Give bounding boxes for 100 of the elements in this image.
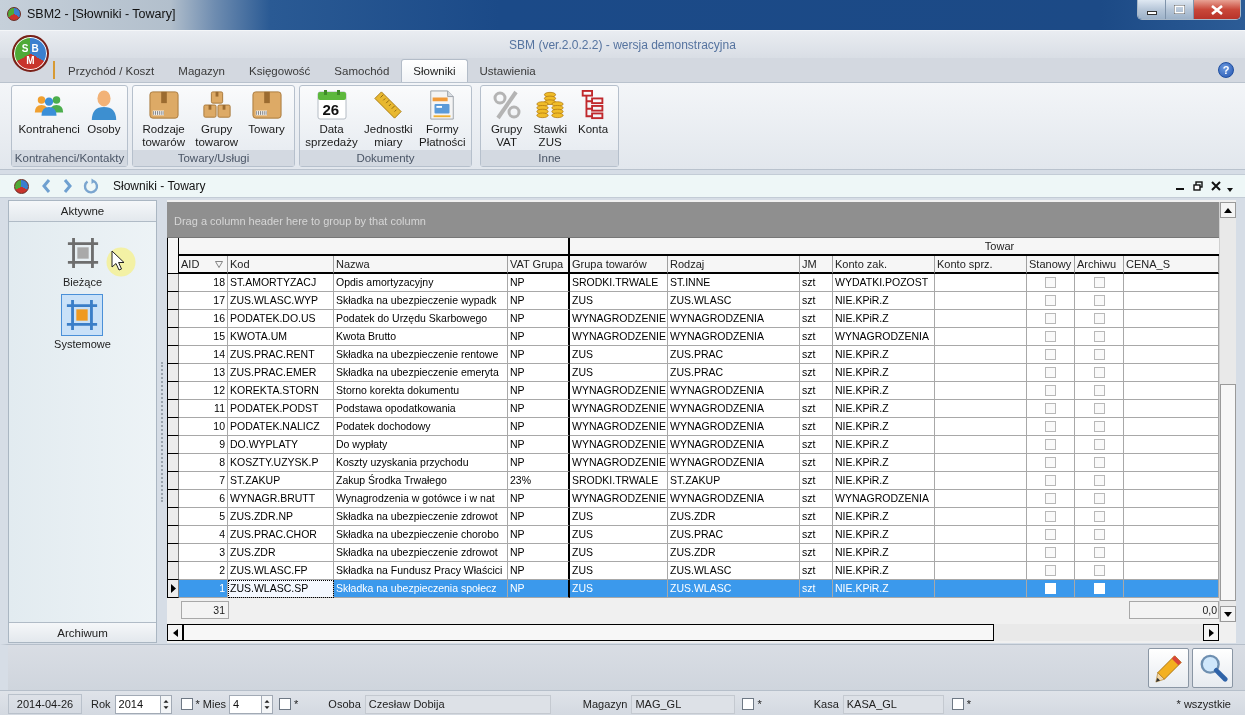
nav-item[interactable]: Systemowe (54, 294, 111, 350)
table-row[interactable]: 3 ZUS.ZDR Składka na ubezpieczenie zdrowot NP ZUS ZUS.ZDR szt NIE.KPiR.Z (167, 544, 1219, 562)
checkbox[interactable] (1045, 277, 1056, 288)
table-row[interactable]: 10 PODATEK.NALICZ Podatek dochodowy NP WYNAGRODZENIE WYNAGRODZENIA szt NIE.KPiR.Z (167, 418, 1219, 436)
checkbox[interactable] (951, 698, 964, 710)
checkbox[interactable] (1093, 349, 1105, 360)
table-row[interactable]: 17 ZUS.WLASC.WYP Składka na ubezpieczenie wypadk NP ZUS ZUS.WLASC szt NIE.KPiR.Z (167, 292, 1219, 310)
checkbox[interactable] (1093, 475, 1105, 486)
checkbox[interactable] (1093, 295, 1105, 306)
checkbox[interactable] (1045, 349, 1056, 360)
checkbox[interactable] (1093, 565, 1105, 576)
checkbox[interactable] (1045, 385, 1056, 396)
ribbon-button[interactable]: Stawki ZUS (532, 88, 569, 149)
scrollbar-thumb[interactable] (183, 624, 994, 641)
refresh-icon[interactable] (83, 178, 99, 194)
ribbon-tab[interactable]: Słowniki (401, 59, 468, 82)
search-button[interactable] (1192, 647, 1233, 688)
ribbon-button[interactable]: 26 Data sprzedaży (304, 88, 359, 149)
table-row[interactable]: 5 ZUS.ZDR.NP Składka na ubezpieczenie zdrowot NP ZUS ZUS.ZDR szt NIE.KPiR.Z (167, 508, 1219, 526)
scroll-down-button[interactable] (1220, 606, 1236, 622)
ribbon-tab[interactable]: Magazyn (166, 59, 237, 82)
year-field[interactable]: 2014 (114, 694, 160, 714)
ribbon-button[interactable]: Towary (247, 88, 286, 136)
checkbox[interactable] (279, 698, 292, 710)
table-row[interactable]: 12 KOREKTA.STORN Storno korekta dokumentu NP WYNAGRODZENIE WYNAGRODZENIA szt NIE.KPiR.Z (167, 382, 1219, 400)
checkbox[interactable] (742, 698, 755, 710)
splitter-handle[interactable] (161, 362, 163, 502)
checkbox[interactable] (1045, 475, 1056, 486)
checkbox[interactable] (1093, 493, 1105, 504)
checkbox[interactable] (1045, 457, 1056, 468)
scroll-up-button[interactable] (1220, 202, 1236, 218)
checkbox[interactable] (1045, 493, 1056, 504)
nav-group-header[interactable]: Aktywne (9, 201, 156, 222)
dropdown-caret-icon[interactable] (1227, 188, 1233, 192)
checkbox[interactable] (1093, 529, 1105, 540)
checkbox[interactable] (1093, 277, 1105, 288)
checkbox[interactable] (1093, 547, 1105, 558)
checkbox[interactable] (1093, 367, 1105, 378)
scroll-right-button[interactable] (1203, 624, 1219, 641)
minimize-button[interactable] (1138, 0, 1166, 19)
checkbox[interactable] (1093, 457, 1105, 468)
month-field[interactable]: 4 (229, 694, 262, 714)
ribbon-tab[interactable]: Ustawienia (467, 59, 548, 82)
table-row[interactable]: 18 ST.AMORTYZACJ Opdis amortyzacyjny NP SRODKI.TRWALE ST.INNE szt WYDATKI.POZOST (167, 274, 1219, 292)
ribbon-group-title: Dokumenty (300, 150, 471, 166)
person-field[interactable]: Czesław Dobija (364, 694, 551, 714)
scroll-left-button[interactable] (167, 624, 183, 641)
edit-button[interactable] (1148, 647, 1189, 688)
cash-field[interactable]: KASA_GL (842, 694, 944, 714)
ribbon-button[interactable]: Kontrahenci (17, 88, 81, 136)
warehouse-field[interactable]: MAG_GL (631, 694, 736, 714)
checkbox[interactable] (1045, 331, 1056, 342)
table-row[interactable]: 6 WYNAGR.BRUTT Wynagrodzenia w gotówce i w nat NP WYNAGRODZENIE WYNAGRODZENIA szt WYNAGRODZENIA (167, 490, 1219, 508)
checkbox[interactable] (1045, 367, 1056, 378)
table-row[interactable]: 16 PODATEK.DO.US Podatek do Urzędu Skarbowego NP WYNAGRODZENIE WYNAGRODZENIA szt NIE.KPiR.Z (167, 310, 1219, 328)
nav-item[interactable]: Bieżące (61, 232, 104, 288)
ribbon-tab[interactable]: Przychód / Koszt (56, 59, 167, 82)
checkbox[interactable] (1093, 421, 1105, 432)
checkbox[interactable] (1045, 565, 1056, 576)
table-row[interactable]: 2 ZUS.WLASC.FP Składka na Fundusz Pracy Właścici NP ZUS ZUS.WLASC szt NIE.KPiR.Z (167, 562, 1219, 580)
checkbox[interactable] (1045, 439, 1056, 450)
ribbon-tab[interactable]: Samochód (322, 59, 402, 82)
app-title: SBM (ver.2.0.2.2) - wersja demonstracyjna (509, 37, 736, 52)
table-row[interactable]: 15 KWOTA.UM Kwota Brutto NP WYNAGRODZENIE WYNAGRODZENIA szt WYNAGRODZENIA (167, 328, 1219, 346)
checkbox[interactable] (180, 698, 193, 710)
checkbox[interactable] (1093, 385, 1105, 396)
ribbon-tab[interactable]: Księgowość (236, 59, 323, 82)
table-row[interactable]: 13 ZUS.PRAC.EMER Składka na ubezpieczenie emeryta NP ZUS ZUS.PRAC szt NIE.KPiR.Z (167, 364, 1219, 382)
checkbox[interactable] (1093, 511, 1105, 522)
ribbon-button[interactable]: Osoby (86, 88, 122, 136)
restore-icon[interactable] (1193, 181, 1203, 191)
table-row[interactable]: 11 PODATEK.PODST Podstawa opodatkowania NP WYNAGRODZENIE WYNAGRODZENIA szt NIE.KPiR.Z (167, 400, 1219, 418)
table-row[interactable]: 14 ZUS.PRAC.RENT Składka na ubezpieczenie rentowe NP ZUS ZUS.PRAC szt NIE.KPiR.Z (167, 346, 1219, 364)
table-row[interactable]: 8 KOSZTY.UZYSK.P Koszty uzyskania przychodu NP WYNAGRODZENIE WYNAGRODZENIA szt NIE.KPiR.Z (167, 454, 1219, 472)
ribbon-button[interactable]: Rodzaje towarów (141, 88, 187, 149)
checkbox[interactable] (1093, 403, 1105, 414)
ribbon-button[interactable]: Grupy towarow (194, 88, 240, 149)
checkbox[interactable] (1045, 511, 1056, 522)
checkbox[interactable] (1045, 403, 1056, 414)
checkbox[interactable] (1045, 547, 1056, 558)
checkbox[interactable] (1093, 313, 1105, 324)
table-row[interactable]: 4 ZUS.PRAC.CHOR Składka na ubezpieczenie chorobo NP ZUS ZUS.PRAC szt NIE.KPiR.Z (167, 526, 1219, 544)
checkbox[interactable] (1045, 529, 1056, 540)
ribbon-button[interactable]: Konta (576, 88, 610, 136)
ribbon-button[interactable]: Jednostki miary (363, 88, 414, 149)
checkbox[interactable] (1045, 295, 1056, 306)
close-icon[interactable] (1211, 181, 1221, 191)
checkbox-label: * (195, 698, 200, 710)
nav-group-header[interactable]: Archiwum (9, 622, 156, 642)
table-row[interactable]: 7 ST.ZAKUP Zakup Środka Trwałego 23% SRODKI.TRWALE ST.ZAKUP szt NIE.KPiR.Z (167, 472, 1219, 490)
table-row[interactable]: 9 DO.WYPLATY Do wypłaty NP WYNAGRODZENIE WYNAGRODZENIA szt NIE.KPiR.Z (167, 436, 1219, 454)
ribbon-button[interactable]: Grupy VAT (489, 88, 524, 149)
close-button[interactable] (1194, 0, 1240, 19)
checkbox[interactable] (1045, 421, 1056, 432)
spinner-arrows-icon[interactable] (261, 694, 274, 714)
checkbox[interactable] (1093, 331, 1105, 342)
ribbon-button[interactable]: Formy Płatności (418, 88, 467, 149)
checkbox[interactable] (1045, 313, 1056, 324)
scrollbar-thumb[interactable] (1220, 384, 1236, 601)
checkbox[interactable] (1093, 439, 1105, 450)
